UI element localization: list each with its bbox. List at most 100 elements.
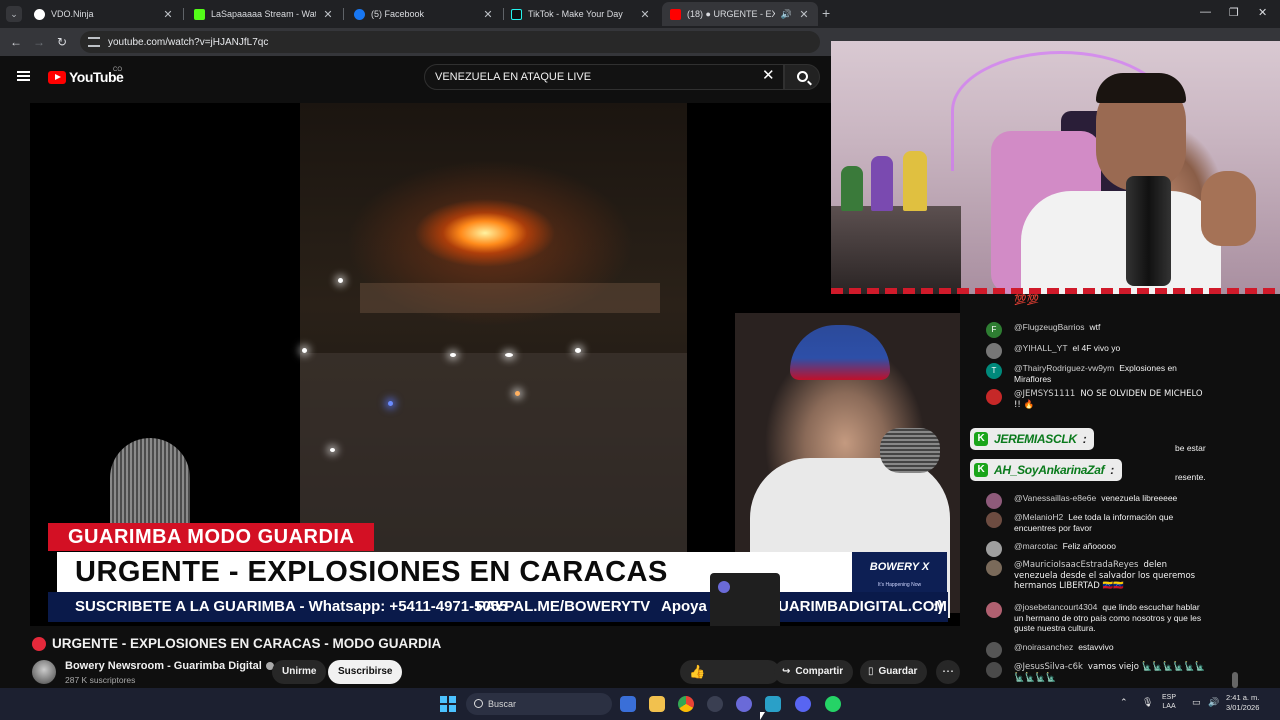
chat-message-partial: be estar <box>1175 443 1206 453</box>
lower-third-tag: GUARIMBA MODO GUARDIA <box>48 523 375 551</box>
forward-arrow-icon[interactable]: → <box>33 35 45 49</box>
chat-author[interactable]: @noirasanchez <box>1014 642 1073 652</box>
hover-preview-card[interactable] <box>710 573 780 626</box>
network-icon[interactable]: ▭ <box>1192 697 1201 708</box>
chat-author[interactable]: @Vanessaillas-e8e6e <box>1014 493 1096 503</box>
clear-search-icon[interactable]: ✕ <box>762 66 775 84</box>
streamer-webcam <box>831 41 1280 294</box>
chat-author[interactable]: @marcotac <box>1014 541 1058 551</box>
street-light <box>515 391 520 396</box>
share-button[interactable]: ↪ Compartir <box>774 660 854 684</box>
street-light <box>575 348 581 353</box>
file-explorer-icon[interactable] <box>649 696 665 712</box>
chat-scrollbar[interactable] <box>1232 672 1238 688</box>
minimize-icon[interactable]: — <box>1200 6 1211 18</box>
taskbar-search[interactable]: Buscar <box>466 693 612 715</box>
street-light <box>338 278 343 283</box>
street-light <box>450 353 456 357</box>
discord-icon[interactable] <box>795 696 811 712</box>
save-button[interactable]: ▯ Guardar <box>860 660 928 684</box>
chat-author[interactable]: @MelanioH2 <box>1014 512 1063 522</box>
tab-facebook[interactable]: (5) Facebook ✕ <box>346 2 502 26</box>
microphone-icon[interactable]: 🎙 <box>1142 697 1153 708</box>
chat-text: estavvivo <box>1078 642 1114 652</box>
subscribe-button[interactable]: Suscribirse <box>328 660 403 684</box>
clock-time: 2:41 a. m. <box>1226 693 1260 702</box>
chat-author[interactable]: @MauricioIsaacEstradaReyes <box>1014 560 1138 570</box>
save-label: Guardar <box>878 666 918 677</box>
tab-label: TikTok - Make Your Day <box>528 9 623 19</box>
chat-avatar[interactable] <box>986 512 1002 528</box>
chrome-icon[interactable] <box>678 696 694 712</box>
tray-chevron-icon[interactable]: ⌃ <box>1120 697 1128 708</box>
chat-author[interactable]: @FlugzeugBarrios <box>1014 322 1085 332</box>
close-icon[interactable]: ✕ <box>322 8 334 21</box>
chat-author[interactable]: @josebetancourt4304 <box>1014 602 1097 612</box>
notepad-icon[interactable] <box>765 696 781 712</box>
like-button[interactable]: 👍 <box>680 660 780 684</box>
chat-avatar[interactable] <box>986 541 1002 557</box>
search-button[interactable] <box>784 64 820 90</box>
close-icon[interactable]: ✕ <box>639 8 651 21</box>
close-window-icon[interactable]: ✕ <box>1258 6 1267 19</box>
bookmark-icon: ▯ <box>868 666 874 677</box>
back-arrow-icon[interactable]: ← <box>10 35 22 49</box>
join-button[interactable]: Unirme <box>272 660 327 684</box>
obs-icon[interactable] <box>707 696 723 712</box>
chat-avatar[interactable]: T <box>986 363 1002 379</box>
logo-text: BOWERY X <box>869 561 930 573</box>
speaker-icon[interactable]: 🔊 <box>781 9 792 20</box>
tab-label: LaSapaaaaa Stream - Watch Liv <box>211 9 316 19</box>
chat-avatar[interactable] <box>986 389 1002 405</box>
chat-avatar[interactable]: F <box>986 322 1002 338</box>
channel-name-text: Bowery Newsroom - Guarimba Digital <box>65 660 262 672</box>
windows-start-icon[interactable] <box>440 696 456 712</box>
chat-avatar[interactable] <box>986 493 1002 509</box>
chat-author[interactable]: @YIHALL_YT <box>1014 343 1068 353</box>
chat-avatar[interactable] <box>986 642 1002 658</box>
chat-avatar[interactable] <box>986 343 1002 359</box>
tab-youtube-active[interactable]: (18) ● URGENTE - EXPLOS 🔊 ✕ <box>662 2 818 26</box>
blue-light <box>388 401 393 406</box>
tab-vdo-ninja[interactable]: VDO.Ninja ✕ <box>26 2 182 26</box>
chat-avatar[interactable] <box>986 560 1002 576</box>
menu-icon[interactable] <box>17 71 30 81</box>
close-icon[interactable]: ✕ <box>162 8 174 21</box>
app-icon[interactable] <box>736 696 752 712</box>
maximize-icon[interactable]: ❐ <box>1229 6 1239 19</box>
volume-icon[interactable]: 🔊 <box>1208 697 1219 708</box>
new-tab-button[interactable]: + <box>822 5 830 21</box>
search-input[interactable]: VENEZUELA EN ATAQUE LIVE <box>424 64 784 90</box>
chat-message: @marcotac Feliz añooooo <box>986 541 1206 557</box>
host-microphone <box>880 428 940 473</box>
tab-tiktok[interactable]: TikTok - Make Your Day ✕ <box>503 2 659 26</box>
address-bar[interactable]: youtube.com/watch?v=jHJANJfL7qc <box>80 31 820 53</box>
whatsapp-icon[interactable] <box>825 696 841 712</box>
more-options-button[interactable]: ⋯ <box>936 660 960 684</box>
tab-kick-stream[interactable]: LaSapaaaaa Stream - Watch Liv ✕ <box>186 2 342 26</box>
chat-author[interactable]: @JesusSilva-c6k <box>1014 662 1083 672</box>
streamer-microphone <box>1126 176 1171 286</box>
chat-text: el 4F vivo yo <box>1072 343 1121 353</box>
language-indicator[interactable]: ESP LAA <box>1162 693 1176 711</box>
video-player[interactable]: GUARIMBA MODO GUARDIA URGENTE - EXPLOSIO… <box>30 103 960 626</box>
channel-avatar[interactable] <box>32 660 56 684</box>
reload-icon[interactable]: ↻ <box>57 35 67 49</box>
chat-avatar[interactable] <box>986 602 1002 618</box>
close-icon[interactable]: ✕ <box>798 8 810 21</box>
explosion-footage <box>300 103 687 553</box>
street-light <box>302 348 307 353</box>
alert-separator: : <box>1110 463 1114 477</box>
site-info-icon[interactable] <box>88 37 100 47</box>
close-icon[interactable]: ✕ <box>482 8 494 21</box>
chat-author[interactable]: @ThairyRodriguez-vw9ym <box>1014 363 1114 373</box>
widgets-icon[interactable] <box>620 696 636 712</box>
channel-name[interactable]: Bowery Newsroom - Guarimba Digital <box>65 660 274 672</box>
system-clock[interactable]: 2:41 a. m. 3/01/2026 <box>1226 693 1259 713</box>
alert-username: AH_SoyAnkarinaZaf <box>994 463 1105 477</box>
tab-search-icon[interactable]: ⌄ <box>6 6 22 22</box>
chat-author[interactable]: @JEMSYS1111 <box>1014 389 1075 399</box>
chat-message: @JEMSYS1111 NO SE OLVIDEN DE MICHELO !! 🔥 <box>986 389 1206 410</box>
chat-avatar[interactable] <box>986 662 1002 678</box>
streamer-hair <box>1096 73 1186 103</box>
